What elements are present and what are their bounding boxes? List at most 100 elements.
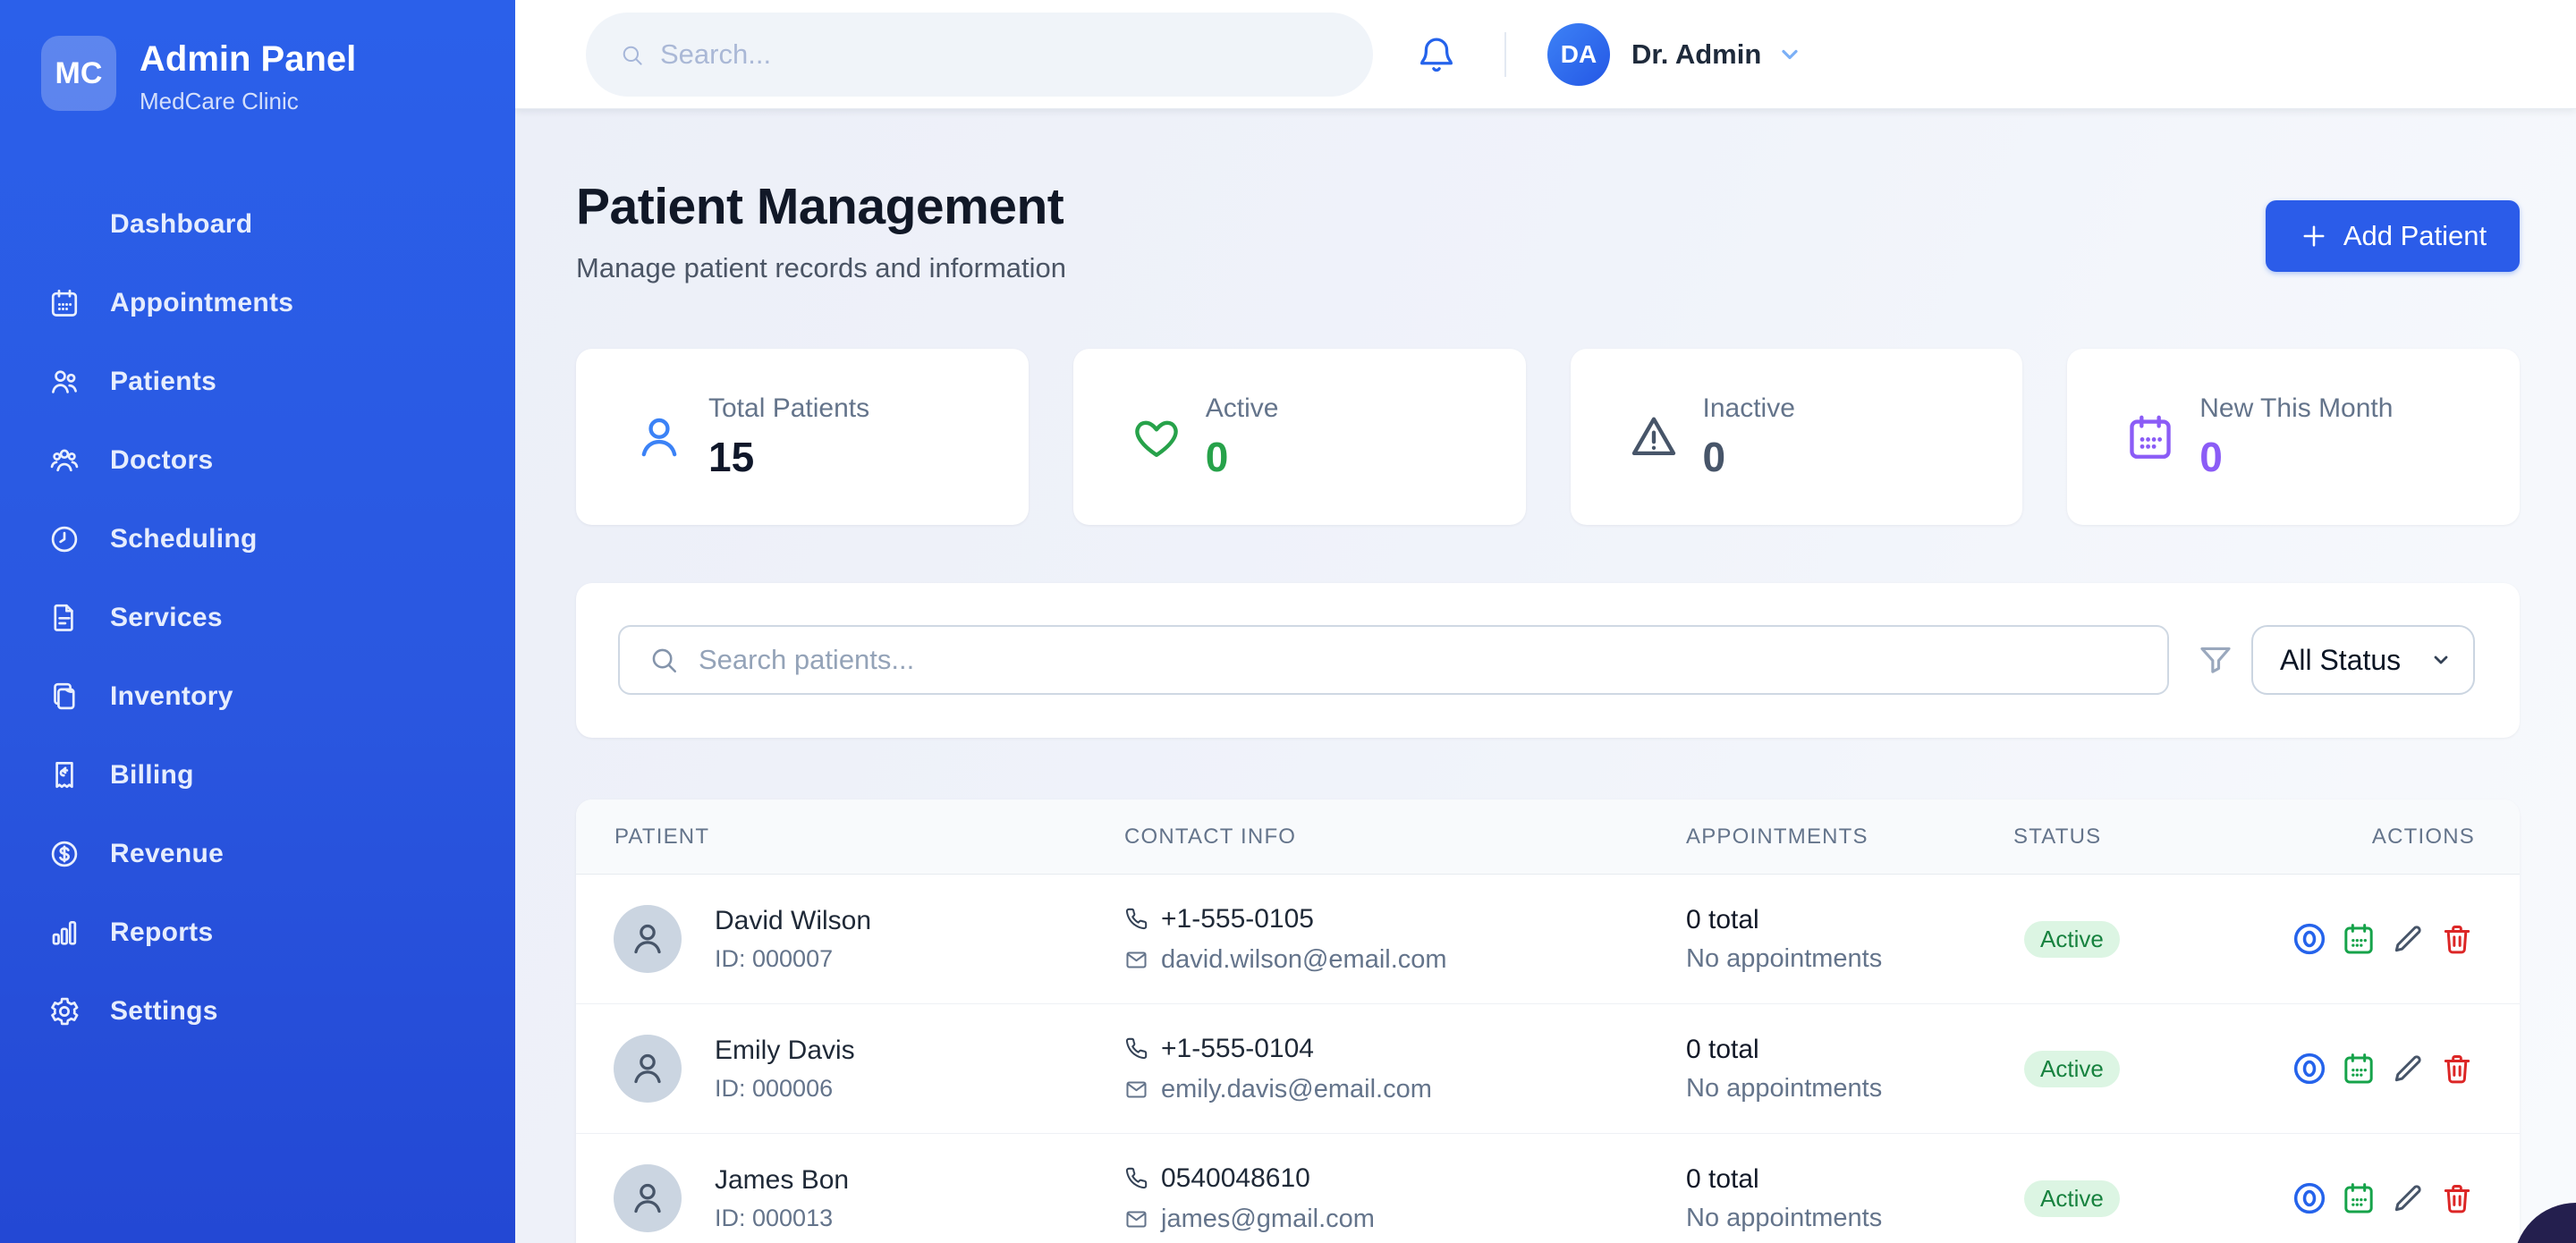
app-logo: MC bbox=[41, 36, 116, 111]
view-action-eye-icon[interactable] bbox=[2292, 921, 2327, 957]
brand-header: MC Admin Panel MedCare Clinic bbox=[0, 0, 515, 115]
sidebar-item-label: Reports bbox=[110, 917, 213, 948]
add-patient-label: Add Patient bbox=[2343, 220, 2487, 252]
appointments-total: 0 total bbox=[1686, 1035, 1882, 1065]
logo-initials: MC bbox=[55, 56, 103, 91]
sidebar-item-reports[interactable]: Reports bbox=[0, 893, 515, 972]
patient-id: ID: 000007 bbox=[715, 945, 871, 973]
app-window: MC Admin Panel MedCare Clinic Dashboard A… bbox=[0, 0, 2576, 1243]
page-title: Patient Management bbox=[576, 177, 1066, 236]
sidebar-item-scheduling[interactable]: Scheduling bbox=[0, 500, 515, 579]
phone-icon bbox=[1124, 907, 1148, 931]
mail-icon bbox=[1124, 1078, 1148, 1102]
delete-action-trash-icon[interactable] bbox=[2439, 1051, 2475, 1087]
sidebar-item-label: Billing bbox=[110, 760, 194, 791]
clock-icon bbox=[48, 523, 80, 555]
appointments-note: No appointments bbox=[1686, 1204, 1882, 1233]
sidebar-item-label: Settings bbox=[110, 996, 218, 1027]
schedule-action-calendar-icon[interactable] bbox=[2341, 1051, 2377, 1087]
mail-icon bbox=[1124, 948, 1148, 972]
view-action-eye-icon[interactable] bbox=[2292, 1051, 2327, 1087]
sidebar-item-doctors[interactable]: Doctors bbox=[0, 421, 515, 500]
edit-action-pencil-icon[interactable] bbox=[2390, 921, 2426, 957]
brand-text: Admin Panel MedCare Clinic bbox=[140, 36, 356, 115]
sidebar-item-inventory[interactable]: Inventory bbox=[0, 657, 515, 736]
patient-id: ID: 000006 bbox=[715, 1075, 855, 1103]
view-action-eye-icon[interactable] bbox=[2292, 1180, 2327, 1216]
sidebar-item-label: Services bbox=[110, 603, 223, 633]
bar-chart-icon bbox=[48, 917, 80, 949]
calendar-icon bbox=[2124, 411, 2176, 463]
patient-phone: +1-555-0105 bbox=[1161, 904, 1314, 934]
patient-search-input[interactable] bbox=[697, 643, 2038, 677]
chevron-down-icon bbox=[1777, 42, 1802, 67]
sidebar-item-revenue[interactable]: Revenue bbox=[0, 815, 515, 893]
appointments-total: 0 total bbox=[1686, 1164, 1882, 1195]
edit-action-pencil-icon[interactable] bbox=[2390, 1180, 2426, 1216]
table-body: David WilsonID: 000007+1-555-0105david.w… bbox=[576, 875, 2520, 1243]
stat-value: 15 bbox=[708, 433, 869, 481]
plus-icon bbox=[2299, 221, 2329, 251]
page-header: Patient Management Manage patient record… bbox=[576, 177, 1066, 284]
schedule-action-calendar-icon[interactable] bbox=[2341, 1180, 2377, 1216]
patients-icon bbox=[48, 366, 80, 398]
sidebar-item-billing[interactable]: Billing bbox=[0, 736, 515, 815]
sidebar-item-patients[interactable]: Patients bbox=[0, 342, 515, 421]
search-icon bbox=[620, 43, 644, 67]
stat-card-total-patients: Total Patients 15 bbox=[576, 349, 1029, 525]
sidebar-item-label: Revenue bbox=[110, 839, 224, 869]
table-header: PATIENTCONTACT INFOAPPOINTMENTSSTATUSACT… bbox=[576, 799, 2520, 875]
status-filter-value: All Status bbox=[2280, 644, 2430, 677]
app-subtitle: MedCare Clinic bbox=[140, 88, 356, 115]
column-header-patient: PATIENT bbox=[614, 824, 709, 850]
appointments-total: 0 total bbox=[1686, 905, 1882, 935]
add-patient-button[interactable]: Add Patient bbox=[2266, 200, 2520, 272]
stat-label: Total Patients bbox=[708, 393, 869, 424]
heart-icon bbox=[1131, 411, 1182, 463]
delete-action-trash-icon[interactable] bbox=[2439, 921, 2475, 957]
sidebar: MC Admin Panel MedCare Clinic Dashboard A… bbox=[0, 0, 515, 1243]
stat-label: Inactive bbox=[1703, 393, 1795, 424]
phone-icon bbox=[1124, 1036, 1148, 1061]
patient-phone: +1-555-0104 bbox=[1161, 1034, 1314, 1064]
status-badge: Active bbox=[2024, 1180, 2120, 1217]
stat-label: Active bbox=[1206, 393, 1279, 424]
edit-action-pencil-icon[interactable] bbox=[2390, 1051, 2426, 1087]
patient-name: James Bon bbox=[715, 1165, 849, 1196]
table-row: James BonID: 0000130540048610james@gmail… bbox=[576, 1134, 2520, 1243]
user-menu[interactable]: DA Dr. Admin bbox=[1547, 23, 1802, 86]
schedule-action-calendar-icon[interactable] bbox=[2341, 921, 2377, 957]
person-icon bbox=[633, 411, 685, 463]
doctors-icon bbox=[48, 444, 80, 477]
table-row: David WilsonID: 000007+1-555-0105david.w… bbox=[576, 875, 2520, 1004]
topbar: DA Dr. Admin bbox=[515, 0, 2576, 109]
column-header-contact-info: CONTACT INFO bbox=[1124, 824, 1296, 850]
avatar: DA bbox=[1547, 23, 1610, 86]
stat-card-inactive: Inactive 0 bbox=[1571, 349, 2023, 525]
patient-avatar bbox=[614, 905, 682, 973]
appointments-note: No appointments bbox=[1686, 944, 1882, 974]
sidebar-item-settings[interactable]: Settings bbox=[0, 972, 515, 1051]
notifications-bell-icon[interactable] bbox=[1417, 34, 1456, 75]
delete-action-trash-icon[interactable] bbox=[2439, 1180, 2475, 1216]
column-header-actions: ACTIONS bbox=[2372, 824, 2475, 850]
sidebar-item-dashboard[interactable]: Dashboard bbox=[0, 185, 515, 264]
patient-search-field[interactable] bbox=[618, 625, 2169, 695]
status-filter-select[interactable]: All Status bbox=[2251, 625, 2475, 695]
patient-email: david.wilson@email.com bbox=[1161, 945, 1447, 975]
mail-icon bbox=[1124, 1207, 1148, 1231]
document-icon bbox=[48, 602, 80, 634]
sidebar-item-services[interactable]: Services bbox=[0, 579, 515, 657]
stat-value: 0 bbox=[1703, 433, 1795, 481]
global-search[interactable] bbox=[586, 13, 1373, 97]
patient-email: emily.davis@email.com bbox=[1161, 1075, 1432, 1104]
sidebar-item-label: Dashboard bbox=[110, 209, 252, 240]
topbar-divider bbox=[1504, 32, 1506, 77]
clipboard-icon bbox=[48, 681, 80, 713]
sidebar-item-appointments[interactable]: Appointments bbox=[0, 264, 515, 342]
global-search-input[interactable] bbox=[658, 38, 1284, 72]
filter-panel: All Status bbox=[576, 583, 2520, 738]
filter-funnel-icon[interactable] bbox=[2197, 641, 2234, 679]
search-icon bbox=[648, 645, 679, 675]
patient-avatar bbox=[614, 1035, 682, 1103]
